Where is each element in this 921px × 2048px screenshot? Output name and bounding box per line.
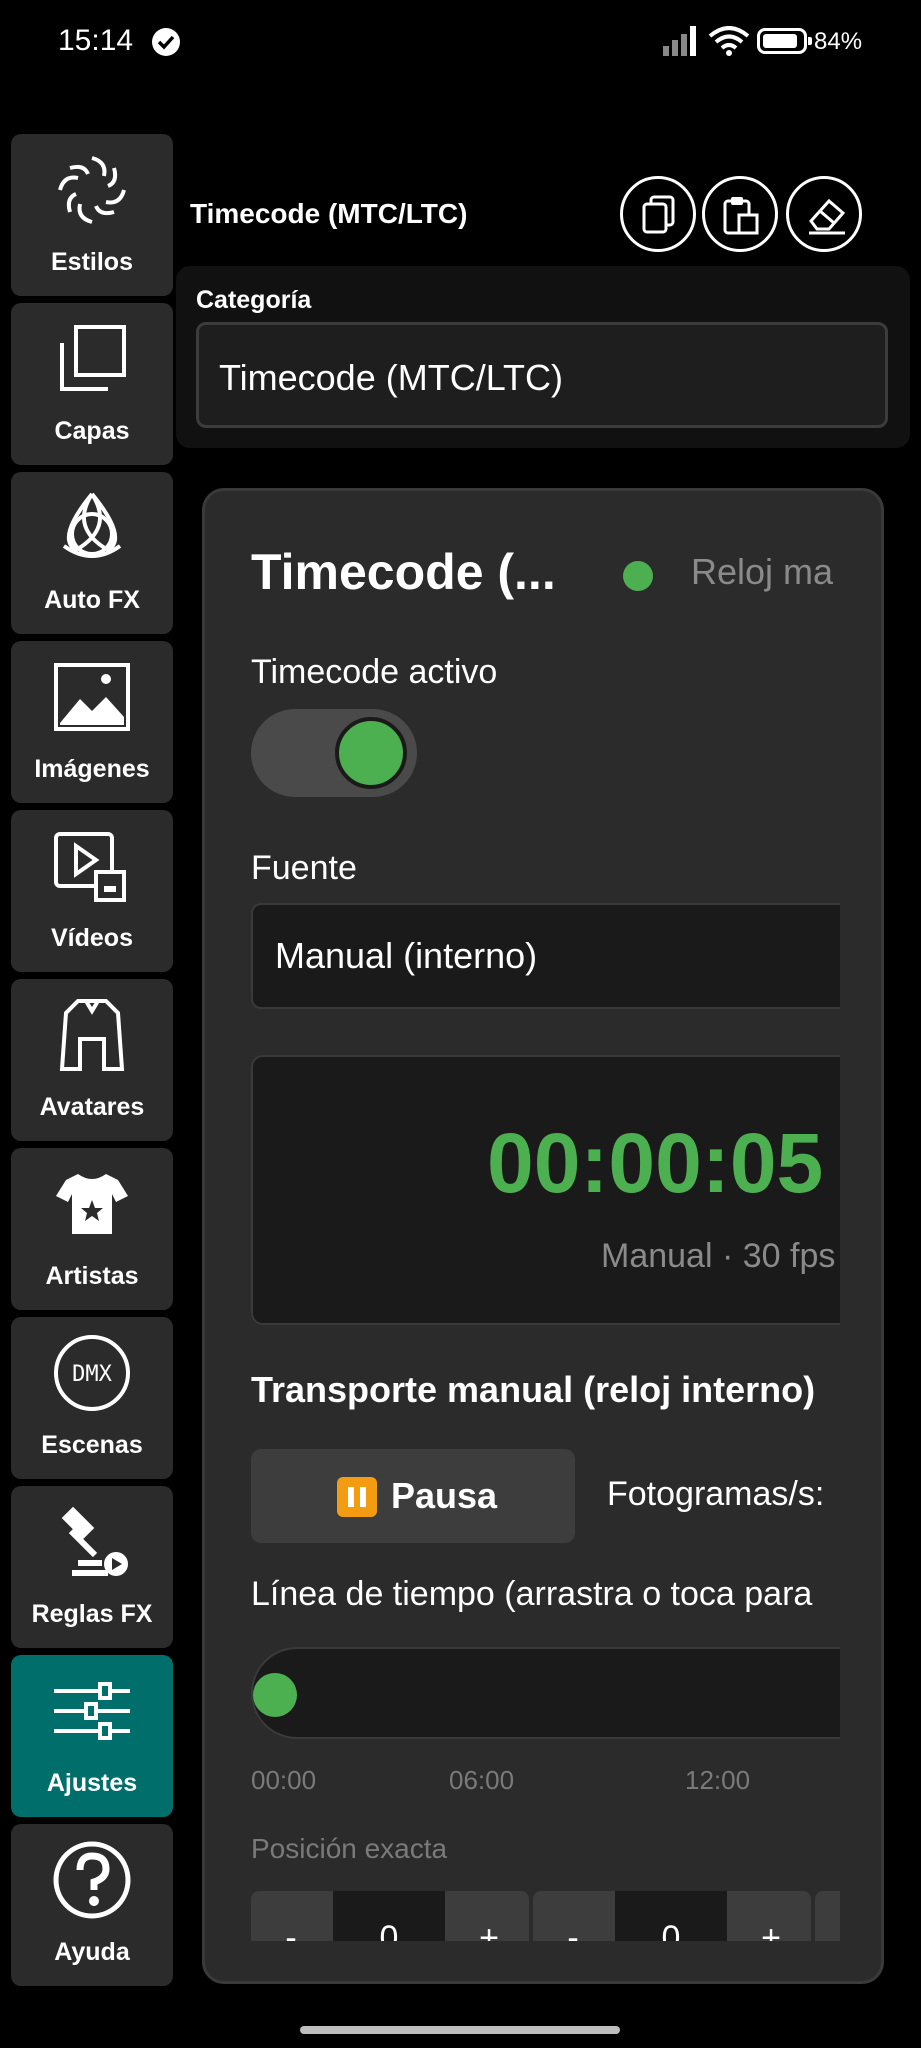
sidebar-item-label: Capas [54,417,130,445]
timecode-subtitle: Manual · 30 fps [601,1237,836,1275]
svg-text:DMX: DMX [72,1362,112,1387]
position-stepper[interactable] [815,1891,840,1941]
sidebar-item-label: Imágenes [34,755,150,783]
sidebar-item-label: Escenas [41,1431,143,1459]
toggle-knob [335,717,407,789]
timeline-tick: 06:00 [449,1765,515,1795]
exact-position-label: Posición exacta [251,1833,448,1864]
sidebar-item-capas[interactable]: Capas [11,303,173,465]
paste-button[interactable] [702,176,778,252]
sliders-icon [54,1682,130,1740]
status-bar: 15:14 84% [0,0,921,84]
copy-icon [642,195,675,234]
sidebar-item-label: Estilos [51,248,133,276]
sidebar-item-label: Avatares [39,1093,145,1121]
swirl-icon [58,156,126,224]
fps-label: Fotogramas/s: [607,1475,825,1513]
sidebar-item-label: Ajustes [46,1769,138,1797]
eraser-icon [809,198,846,235]
paste-icon [723,197,759,235]
tshirt-star-icon [56,1174,128,1234]
home-indicator[interactable] [300,2026,620,2034]
video-icon [54,832,126,902]
timeline-tick: 00:00 [251,1765,317,1795]
layers-icon [60,325,126,391]
sidebar-item-escenas[interactable]: DMX Escenas [11,1317,173,1479]
dmx-icon: DMX [54,1335,130,1411]
sidebar-item-label: Vídeos [51,924,133,952]
timecode-card: Timecode (... Reloj ma Timecode activo F… [202,488,884,1984]
increment-button[interactable]: + [449,1919,529,1941]
timecode-value: 00:00:05 [487,1116,824,1210]
triquetra-icon [62,492,122,558]
card-title: Timecode (... [251,544,556,600]
pause-icon [337,1477,377,1517]
sidebar-item-estilos[interactable]: Estilos [11,134,173,296]
stepper-value[interactable]: 0 [615,1891,727,1941]
decrement-button[interactable]: - [533,1919,613,1941]
sidebar-item-label: Ayuda [54,1938,130,1966]
page-title: Timecode (MTC/LTC) [190,198,468,229]
active-label: Timecode activo [251,653,498,691]
sidebar-item-imagenes[interactable]: Imágenes [11,641,173,803]
image-icon [54,663,130,731]
signal-icon [663,26,696,56]
gavel-icon [61,1506,128,1576]
status-text: Reloj ma [691,551,834,592]
sidebar-item-label: Auto FX [44,586,140,614]
status-time: 15:14 [58,24,134,57]
battery-icon [757,28,812,54]
copy-button[interactable] [620,176,696,252]
timecode-active-toggle[interactable] [251,709,417,797]
sidebar-item-label: Artistas [45,1262,139,1290]
timeline-thumb[interactable] [253,1673,297,1717]
timeline-tick: 12:00 [685,1765,751,1795]
source-value: Manual (interno) [275,935,538,976]
timecode-display: 00:00:05 Manual · 30 fps [251,1055,840,1325]
sidebar-item-reglas-fx[interactable]: Reglas FX [11,1486,173,1648]
sidebar-item-label: Reglas FX [31,1600,153,1628]
eraser-button[interactable] [786,176,862,252]
category-label: Categoría [196,286,312,314]
transport-title: Transporte manual (reloj interno) [251,1369,816,1410]
sidebar-item-auto-fx[interactable]: Auto FX [11,472,173,634]
stepper-value[interactable]: 0 [333,1891,445,1941]
jacket-icon [59,999,125,1071]
pause-button[interactable]: Pausa [251,1449,575,1543]
card-content: Timecode (... Reloj ma Timecode activo F… [251,491,840,1941]
timeline-label: Línea de tiempo (arrastra o toca para [251,1575,813,1613]
check-circle-icon [152,28,180,56]
sidebar-item-ayuda[interactable]: Ayuda [11,1824,173,1986]
sidebar-item-artistas[interactable]: Artistas [11,1148,173,1310]
position-stepper: - 0 + [251,1891,529,1941]
position-stepper: - 0 + [533,1891,811,1941]
timeline-slider[interactable] [251,1647,840,1739]
category-value: Timecode (MTC/LTC) [219,357,564,398]
help-icon [53,1841,131,1919]
status-dot [623,561,653,591]
sidebar-item-avatares[interactable]: Avatares [11,979,173,1141]
source-label: Fuente [251,849,357,887]
wifi-icon [708,26,750,56]
decrement-button[interactable]: - [251,1919,331,1941]
source-select[interactable]: Manual (interno) [251,903,840,1009]
category-select[interactable]: Timecode (MTC/LTC) [196,322,888,428]
sidebar-item-ajustes[interactable]: Ajustes [11,1655,173,1817]
sidebar-item-videos[interactable]: Vídeos [11,810,173,972]
increment-button[interactable]: + [731,1919,811,1941]
battery-percent: 84% [814,28,863,55]
pause-label: Pausa [391,1475,498,1516]
